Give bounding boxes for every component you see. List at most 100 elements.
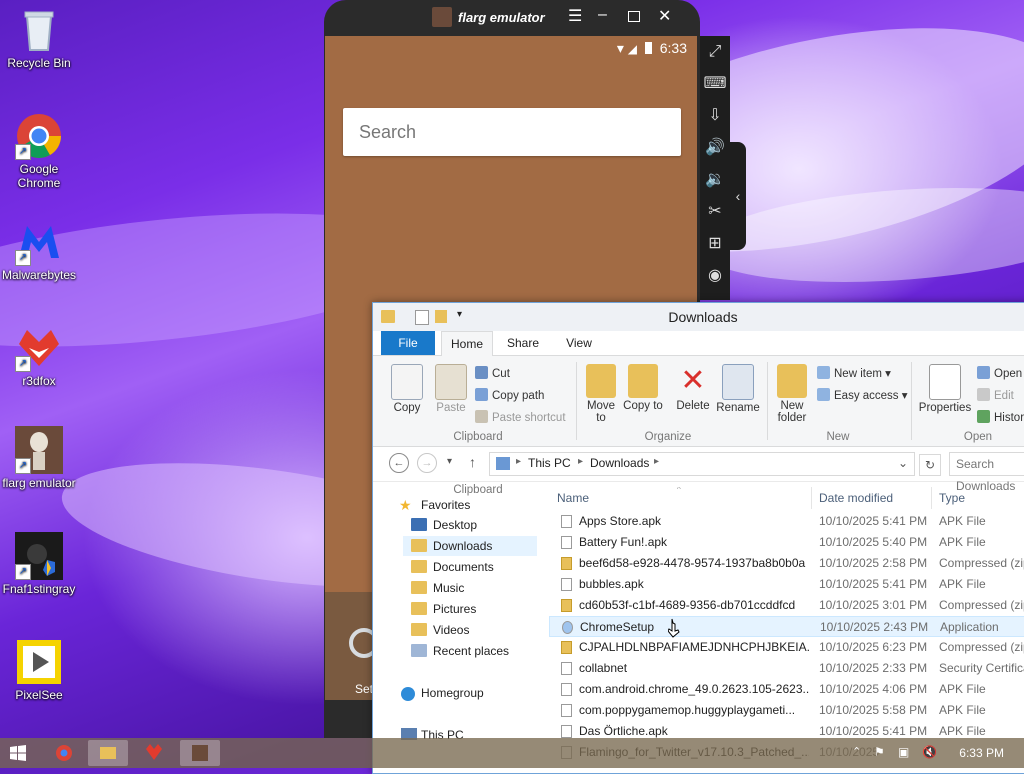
table-row[interactable]: com.poppygamemop.huggyplaygameti... 10/10… [549,700,1024,721]
desktop-icon-google-chrome[interactable]: ↗ Google Chrome [2,112,76,190]
tray-network-icon[interactable]: ▣ [898,745,909,759]
taskbar-file-explorer-icon[interactable] [88,740,128,766]
taskbar-r3dfox-icon[interactable] [134,740,174,766]
taskbar-flarg-emulator-icon[interactable] [180,740,220,766]
table-row[interactable]: collabnet 10/10/2025 2:33 PM Security Cert… [549,658,1024,679]
collapse-toolbar-chevron-icon[interactable]: ‹ [730,142,746,250]
table-row[interactable]: Apps Store.apk 10/10/2025 5:41 PM APK File [549,511,1024,532]
tray-chevron-icon[interactable]: ⌃ [852,745,861,758]
close-icon[interactable]: ✕ [658,6,671,26]
nav-videos[interactable]: Videos [411,620,469,640]
taskbar-chrome-icon[interactable] [44,740,84,766]
file-date: 10/10/2025 6:23 PM [819,640,928,654]
maximize-icon[interactable] [628,11,640,22]
easy-access-button[interactable]: Easy access ▾ [817,388,908,402]
address-box[interactable]: ▸ This PC ▸ Downloads ▸ ⌄ [489,452,915,476]
nav-pictures[interactable]: Pictures [411,599,476,619]
file-type: Application [940,620,999,634]
rename-button[interactable]: Rename [715,364,761,414]
table-row[interactable]: CJPALHDLNBPAFIAMEJDNHCPHJBKEIA... 10/10/2… [549,637,1024,658]
nav-desktop[interactable]: Desktop [411,515,477,535]
r3dfox-icon: ↗ [15,324,63,372]
new-folder-button[interactable]: New folder [771,364,813,424]
recycle-bin-icon [15,6,63,54]
table-row[interactable]: ChromeSetup 10/10/2025 2:43 PM Application [549,616,1024,637]
tab-file[interactable]: File [381,331,435,355]
screenshot-cut-icon[interactable]: ✂ [700,196,730,228]
shortcut-arrow-icon: ↗ [15,458,31,474]
add-multi-instance-icon[interactable]: ⊞ [700,228,730,260]
minimize-icon[interactable]: – [598,6,607,24]
mouse-cursor-icon [667,618,682,641]
breadcrumb-this-pc[interactable]: This PC [528,456,571,470]
install-apk-icon[interactable]: ⇩ [700,100,730,132]
cut-button[interactable]: Cut [475,366,510,380]
back-icon[interactable]: ← [389,453,409,473]
open-button[interactable]: Open [977,366,1022,380]
emulator-search-input[interactable]: Search [343,108,681,156]
nav-music[interactable]: Music [411,578,464,598]
file-name: bubbles.apk [579,577,644,591]
tray-volume-muted-icon[interactable]: 🔇 [922,745,937,759]
location-pin-icon[interactable]: ◉ [700,260,730,292]
table-row[interactable]: Battery Fun!.apk 10/10/2025 5:40 PM APK Fi… [549,532,1024,553]
table-row[interactable]: beef6d58-e928-4478-9574-1937ba8b0b0a 10/1… [549,553,1024,574]
up-arrow-icon[interactable]: ↑ [469,454,476,470]
copy-button[interactable]: Copy [385,364,429,414]
desktop-icon-recycle-bin[interactable]: Recycle Bin [2,6,76,70]
paste-button[interactable]: Paste [429,364,473,414]
file-icon [561,515,572,528]
file-date: 10/10/2025 5:40 PM [819,535,928,549]
copy-path-button[interactable]: Copy path [475,388,544,402]
desktop-icon-r3dfox[interactable]: ↗ r3dfox [2,324,76,388]
history-button[interactable]: History [977,410,1024,424]
desktop-icon-fnaf1stingray[interactable]: ↗ Fnaf1stingray [2,532,76,596]
new-item-button[interactable]: New item ▾ [817,366,891,380]
taskbar-clock[interactable]: 6:33 PM [959,746,1004,760]
move-to-button[interactable]: Move to [581,364,621,424]
address-dropdown-chevron-icon[interactable]: ⌄ [898,456,908,470]
forward-icon[interactable]: → [417,453,437,473]
tab-share[interactable]: Share [499,331,547,355]
desktop-icon-flarg-emulator[interactable]: ↗ flarg emulator [2,426,76,490]
recent-locations-chevron-icon[interactable]: ▾ [447,456,452,467]
properties-button[interactable]: Properties [915,364,975,414]
easy-access-icon [817,388,830,401]
table-row[interactable]: com.android.chrome_49.0.2623.105-2623...… [549,679,1024,700]
column-header-type[interactable]: Type [939,491,965,505]
start-windows-icon[interactable] [10,745,26,761]
nav-recent-places[interactable]: Recent places [411,641,509,661]
column-divider[interactable] [931,487,932,509]
table-row[interactable]: cd60b53f-c1bf-4689-9356-db701ccddfcd 10/1… [549,595,1024,616]
search-downloads-input[interactable]: Search Downloads [949,452,1024,493]
column-header-name[interactable]: Name [557,491,589,505]
keyboard-icon[interactable]: ⌨ [700,68,730,100]
tab-home[interactable]: Home [441,331,493,356]
signal-icon: ◢ [627,42,637,56]
edit-button[interactable]: Edit [977,388,1014,402]
malwarebytes-icon: ↗ [15,218,63,266]
nav-favorites[interactable]: Favorites [421,495,470,515]
column-divider[interactable] [811,487,812,509]
file-name: beef6d58-e928-4478-9574-1937ba8b0b0a [579,556,806,570]
desktop-icon-malwarebytes[interactable]: ↗ Malwarebytes [2,218,76,282]
refresh-icon[interactable]: ↻ [919,454,941,476]
volume-up-icon[interactable]: 🔊 [700,132,730,164]
tab-view[interactable]: View [555,331,603,355]
tray-action-center-flag-icon[interactable]: ⚑ [874,745,885,759]
breadcrumb-downloads[interactable]: Downloads [590,456,649,470]
table-row[interactable]: bubbles.apk 10/10/2025 5:41 PM APK File [549,574,1024,595]
volume-down-icon[interactable]: 🔉 [700,164,730,196]
nav-downloads[interactable]: Downloads [403,536,537,556]
nav-documents[interactable]: Documents [411,557,494,577]
nav-homegroup[interactable]: Homegroup [421,683,484,703]
delete-button[interactable]: ✕ Delete [671,364,715,412]
desktop-icon-pixelsee[interactable]: PixelSee [2,638,76,702]
zip-folder-icon [561,599,572,612]
paste-shortcut-button[interactable]: Paste shortcut [475,410,566,424]
fullscreen-icon[interactable]: ⤢ [700,36,730,68]
column-header-date[interactable]: Date modified [819,491,893,505]
copy-to-button[interactable]: Copy to [623,364,663,412]
menu-icon[interactable]: ☰ [568,6,582,26]
pixelsee-icon [15,638,63,686]
